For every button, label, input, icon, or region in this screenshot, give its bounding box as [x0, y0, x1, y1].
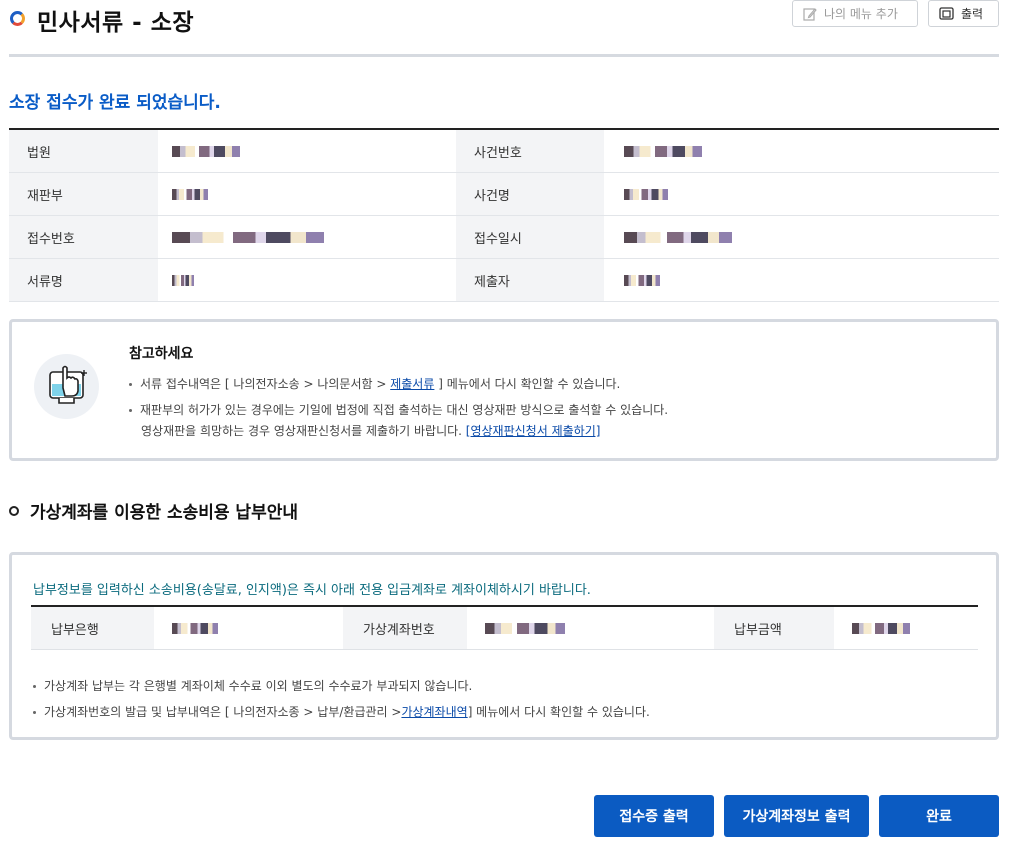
notice-item: 재판부의 허가가 있는 경우에는 기일에 법정에 직접 출석하는 대신 영상재판…	[129, 401, 668, 418]
receipt-datetime-value	[604, 216, 999, 258]
redacted-value	[172, 622, 218, 634]
notice-item: 서류 접수내역은 [ 나의전자소송 > 나의문서함 > 제출서류 ] 메뉴에서 …	[129, 375, 620, 392]
print-button[interactable]: 출력	[928, 0, 999, 27]
add-my-menu-label: 나의 메뉴 추가	[824, 7, 898, 21]
header-divider	[9, 54, 999, 57]
notice-text: 영상재판을 희망하는 경우 영상재판신청서를 제출하기 바랍니다.	[141, 424, 466, 438]
payment-box: 납부정보를 입력하신 소송비용(송달료, 인지액)은 즉시 아래 전용 입금계좌…	[9, 552, 999, 740]
court-label: 법원	[9, 130, 158, 172]
notice-text: 재판부의 허가가 있는 경우에는 기일에 법정에 직접 출석하는 대신 영상재판…	[140, 403, 669, 417]
receipt-number-value	[158, 216, 456, 258]
notice-text: 서류 접수내역은 [ 나의전자소송 > 나의문서함 >	[140, 377, 391, 391]
title-bullet-icon	[10, 11, 25, 26]
edit-icon	[803, 7, 817, 21]
redacted-value	[172, 274, 194, 286]
video-trial-application-link[interactable]: [영상재판신청서 제출하기]	[466, 424, 601, 438]
redacted-value	[624, 231, 732, 243]
section-title: 가상계좌를 이용한 소송비용 납부안내	[30, 503, 298, 523]
notice-box: 참고하세요 서류 접수내역은 [ 나의전자소송 > 나의문서함 > 제출서류 ]…	[9, 319, 999, 461]
payment-note: 가상계좌번호의 발급 및 납부내역은 [ 나의전자소종 > 납부/환급관리 >가…	[33, 703, 650, 720]
payment-intro: 납부정보를 입력하신 소송비용(송달료, 인지액)은 즉시 아래 전용 입금계좌…	[33, 583, 591, 598]
bullet-icon	[33, 711, 36, 714]
receipt-datetime-label: 접수일시	[456, 216, 604, 258]
bullet-icon	[129, 409, 132, 412]
print-label: 출력	[961, 7, 984, 21]
receipt-number-label: 접수번호	[9, 216, 158, 258]
virtual-account-history-link[interactable]: 가상계좌내역	[401, 705, 467, 719]
redacted-value	[852, 622, 910, 634]
redacted-value	[172, 188, 208, 200]
bullet-icon	[33, 685, 36, 688]
court-value	[158, 130, 456, 172]
section-bullet-icon	[9, 506, 19, 516]
amount-value	[834, 607, 978, 649]
redacted-value	[485, 622, 565, 634]
account-info-print-button[interactable]: 가상계좌정보 출력	[724, 795, 869, 837]
table-row: 재판부 사건명	[9, 173, 999, 216]
payment-note-text: ] 메뉴에서 다시 확인할 수 있습니다.	[467, 705, 650, 719]
notice-title: 참고하세요	[129, 346, 194, 362]
submitter-label: 제출자	[456, 259, 604, 301]
notice-text: ] 메뉴에서 다시 확인할 수 있습니다.	[434, 377, 621, 391]
redacted-value	[624, 145, 702, 157]
document-name-label: 서류명	[9, 259, 158, 301]
printer-icon	[939, 6, 954, 20]
add-my-menu-button[interactable]: 나의 메뉴 추가	[792, 0, 918, 27]
case-number-value	[604, 130, 999, 172]
case-number-label: 사건번호	[456, 130, 604, 172]
bank-label: 납부은행	[31, 607, 154, 649]
payment-note-text: 가상계좌 납부는 각 은행별 계좌이체 수수료 이외 별도의 수수료가 부과되지…	[44, 679, 473, 693]
payment-note: 가상계좌 납부는 각 은행별 계좌이체 수수료 이외 별도의 수수료가 부과되지…	[33, 677, 472, 694]
submitted-documents-link[interactable]: 제출서류	[390, 377, 434, 391]
document-name-value	[158, 259, 456, 301]
table-row: 법원 사건번호	[9, 130, 999, 173]
court-division-value	[158, 173, 456, 215]
touch-screen-icon	[34, 354, 99, 419]
completion-message: 소장 접수가 완료 되었습니다.	[9, 93, 221, 113]
case-name-label: 사건명	[456, 173, 604, 215]
bank-value	[154, 607, 343, 649]
redacted-value	[624, 188, 668, 200]
receipt-print-button[interactable]: 접수증 출력	[594, 795, 714, 837]
amount-label: 납부금액	[714, 607, 834, 649]
payment-note-text: 가상계좌번호의 발급 및 납부내역은 [ 나의전자소종 > 납부/환급관리 >	[44, 705, 402, 719]
redacted-value	[172, 145, 240, 157]
done-button[interactable]: 완료	[879, 795, 999, 837]
redacted-value	[624, 274, 660, 286]
table-row: 서류명 제출자	[9, 259, 999, 302]
case-name-value	[604, 173, 999, 215]
submitter-value	[604, 259, 999, 301]
virtual-account-value	[467, 607, 714, 649]
bullet-icon	[129, 383, 132, 386]
redacted-value	[172, 231, 324, 243]
virtual-account-label: 가상계좌번호	[343, 607, 467, 649]
payment-table: 납부은행 가상계좌번호 납부금액	[31, 605, 978, 650]
table-row: 접수번호 접수일시	[9, 216, 999, 259]
notice-item: 영상재판을 희망하는 경우 영상재판신청서를 제출하기 바랍니다. [영상재판신…	[141, 422, 600, 439]
page-title: 민사서류 - 소장	[37, 10, 195, 36]
filing-info-table: 법원 사건번호 재판부 사건명 접수번호 접수일시 서류명 제출자	[9, 128, 999, 302]
court-division-label: 재판부	[9, 173, 158, 215]
